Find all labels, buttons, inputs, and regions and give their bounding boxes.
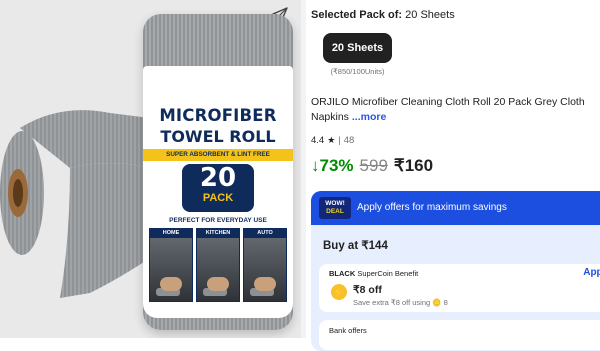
variant-unit-price: (₹850/100Units) — [330, 67, 385, 76]
price-row: ↓73% 599 ₹160 — [311, 156, 433, 176]
supercoin-title: SuperCoin Benefit — [357, 269, 419, 278]
offers-header[interactable]: WOW! DEAL Apply offers for maximum savin… — [311, 191, 600, 225]
supercoin-off: ₹8 off — [353, 284, 382, 296]
bank-offers-label: Bank offers — [329, 326, 367, 335]
label-line1: MICROFIBER — [159, 106, 277, 125]
badge-line2: DEAL — [326, 208, 344, 215]
rating[interactable]: 4.4 ★ | 48 — [311, 135, 354, 146]
rating-count: 48 — [343, 135, 355, 146]
product-image[interactable]: MICROFIBER TOWEL ROLL SUPER ABSORBENT & … — [0, 0, 301, 338]
offers-header-text: Apply offers for maximum savings — [357, 202, 507, 213]
pack-number: 20 — [199, 163, 237, 193]
more-link[interactable]: ...more — [352, 111, 386, 123]
label-strip: SUPER ABSORBENT & LINT FREE — [143, 149, 293, 161]
tile-caption: HOME — [150, 229, 192, 238]
rating-separator: | — [338, 135, 341, 146]
discount-percent: ↓73% — [311, 156, 354, 175]
offers-panel: WOW! DEAL Apply offers for maximum savin… — [311, 191, 600, 351]
supercoin-brand: BLACK — [329, 269, 356, 278]
pack-word: PACK — [202, 192, 234, 204]
tile-kitchen: KITCHEN — [196, 228, 240, 302]
badge-line1: WOW! — [325, 200, 345, 207]
label-line2: TOWEL ROLL — [160, 127, 276, 146]
product-title: ORJILO Microfiber Cleaning Cloth Roll 20… — [311, 95, 596, 125]
apply-button[interactable]: Apply — [583, 267, 600, 278]
supercoin-offer-card[interactable]: BLACK SuperCoin Benefit Apply ⚡ ₹8 off S… — [319, 264, 600, 312]
star-icon: ★ — [327, 135, 336, 145]
supercoin-label: BLACK SuperCoin Benefit — [329, 269, 418, 278]
product-info: Selected Pack of: 20 Sheets 20 Sheets (₹… — [306, 0, 600, 351]
mrp-price: 599 — [359, 156, 388, 175]
selected-pack-label: Selected Pack of: — [311, 9, 403, 21]
tile-home: HOME — [149, 228, 193, 302]
pack-badge: 20 PACK — [182, 164, 254, 212]
supercoin-icon: ⚡ — [331, 284, 347, 300]
wow-deal-badge: WOW! DEAL — [319, 197, 351, 219]
hand-shape — [207, 277, 229, 291]
label-usage: PERFECT FOR EVERYDAY USE — [169, 217, 267, 224]
selected-pack: Selected Pack of: 20 Sheets — [311, 9, 455, 21]
towel-roll-illustration — [0, 110, 150, 298]
variant-chip-20-sheets[interactable]: 20 Sheets — [323, 33, 392, 63]
tile-auto: AUTO — [243, 228, 287, 302]
selling-price: ₹160 — [393, 156, 434, 175]
supercoin-save-text: Save extra ₹8 off using 🪙 8 — [353, 298, 448, 307]
selected-pack-value: 20 Sheets — [405, 9, 455, 21]
bank-offers-card[interactable]: Bank offers — [319, 320, 600, 350]
tile-caption: KITCHEN — [197, 229, 239, 238]
product-pack: MICROFIBER TOWEL ROLL SUPER ABSORBENT & … — [143, 14, 293, 330]
usage-tiles: HOME KITCHEN AUTO — [149, 228, 287, 302]
rating-value: 4.4 — [311, 135, 325, 146]
hand-shape — [254, 277, 276, 291]
hand-shape — [160, 277, 182, 291]
buy-at-price: Buy at ₹144 — [323, 240, 388, 252]
tile-caption: AUTO — [244, 229, 286, 238]
